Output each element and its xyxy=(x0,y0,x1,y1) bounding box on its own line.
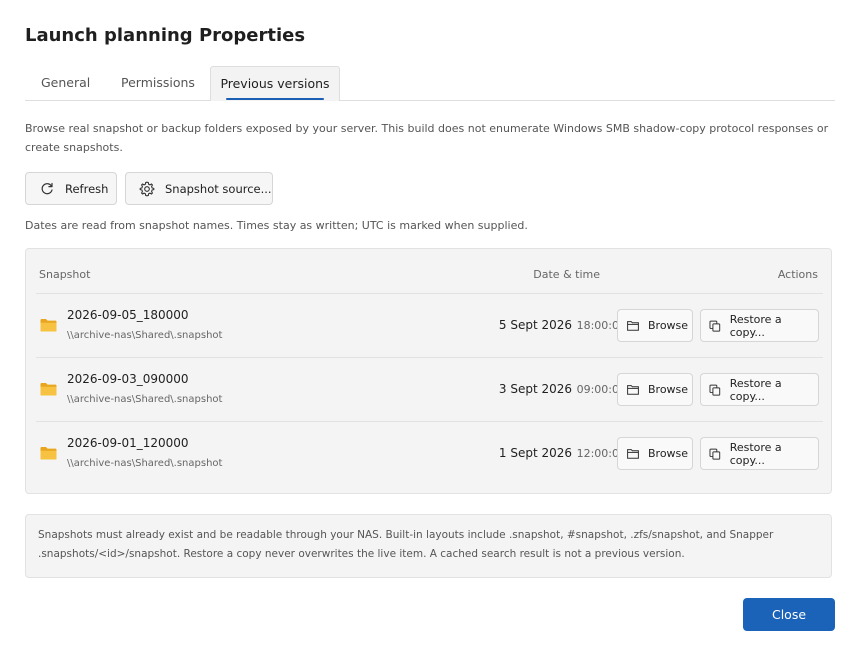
restore-copy-button[interactable]: Restore a copy... xyxy=(700,437,819,470)
snapshot-path: \\archive-nas\Shared\.snapshot xyxy=(67,330,223,341)
browse-button[interactable]: Browse xyxy=(617,437,693,470)
snapshot-table: Snapshot Date & time Actions 2026-09-05_… xyxy=(25,248,832,494)
snapshot-source-button[interactable]: Snapshot source... xyxy=(125,172,273,205)
copy-icon xyxy=(709,448,721,460)
snapshot-date: 3 Sept 2026 xyxy=(498,382,572,396)
folder-outline-icon xyxy=(627,321,639,331)
properties-dialog: Launch planning Properties General Permi… xyxy=(0,0,860,650)
snapshot-name: 2026-09-03_090000 xyxy=(67,372,189,386)
folder-outline-icon xyxy=(627,385,639,395)
refresh-button[interactable]: Refresh xyxy=(25,172,117,205)
active-tab-indicator xyxy=(226,98,324,100)
dates-note: Dates are read from snapshot names. Time… xyxy=(25,219,528,232)
column-header-snapshot: Snapshot xyxy=(39,268,91,281)
tab-previous-versions[interactable]: Previous versions xyxy=(210,66,340,101)
snapshot-name: 2026-09-01_120000 xyxy=(67,436,189,450)
tab-bar: General Permissions Previous versions xyxy=(25,66,835,101)
browse-label: Browse xyxy=(648,319,689,332)
tab-permissions[interactable]: Permissions xyxy=(106,66,210,101)
gear-icon xyxy=(139,181,155,196)
tab-general[interactable]: General xyxy=(26,66,105,101)
snapshot-source-label: Snapshot source... xyxy=(165,181,272,196)
restore-copy-label: Restore a copy... xyxy=(729,312,782,339)
browse-button[interactable]: Browse xyxy=(617,373,693,406)
folder-icon xyxy=(40,447,57,460)
snapshot-date: 5 Sept 2026 xyxy=(498,318,572,332)
description-text: Browse real snapshot or backup folders e… xyxy=(25,122,829,154)
copy-icon xyxy=(709,384,721,396)
browse-label: Browse xyxy=(648,383,689,396)
restore-copy-label: Restore a copy... xyxy=(729,376,782,403)
restore-copy-label: Restore a copy... xyxy=(729,440,782,467)
browse-label: Browse xyxy=(648,447,689,460)
tab-previous-versions-label: Previous versions xyxy=(220,76,330,91)
refresh-label: Refresh xyxy=(65,181,109,196)
close-button[interactable]: Close xyxy=(743,598,835,631)
snapshot-name: 2026-09-05_180000 xyxy=(67,308,189,322)
folder-outline-icon xyxy=(627,449,639,459)
table-row[interactable]: 2026-09-03_090000 \\archive-nas\Shared\.… xyxy=(36,357,823,421)
folder-icon xyxy=(40,319,57,332)
copy-icon xyxy=(709,320,721,332)
column-header-date-time: Date & time xyxy=(533,268,600,281)
table-row[interactable]: 2026-09-01_120000 \\archive-nas\Shared\.… xyxy=(36,421,823,485)
table-row[interactable]: 2026-09-05_180000 \\archive-nas\Shared\.… xyxy=(36,293,823,357)
column-header-actions: Actions xyxy=(777,268,818,281)
browse-button[interactable]: Browse xyxy=(617,309,693,342)
snapshot-date: 1 Sept 2026 xyxy=(498,446,572,460)
folder-icon xyxy=(40,383,57,396)
restore-copy-button[interactable]: Restore a copy... xyxy=(700,309,819,342)
snapshot-path: \\archive-nas\Shared\.snapshot xyxy=(67,394,223,405)
snapshot-path: \\archive-nas\Shared\.snapshot xyxy=(67,458,223,469)
restore-copy-button[interactable]: Restore a copy... xyxy=(700,373,819,406)
refresh-icon xyxy=(41,182,53,194)
snapshot-info-note: Snapshots must already exist and be read… xyxy=(25,514,832,578)
dialog-title: Launch planning Properties xyxy=(25,25,306,46)
